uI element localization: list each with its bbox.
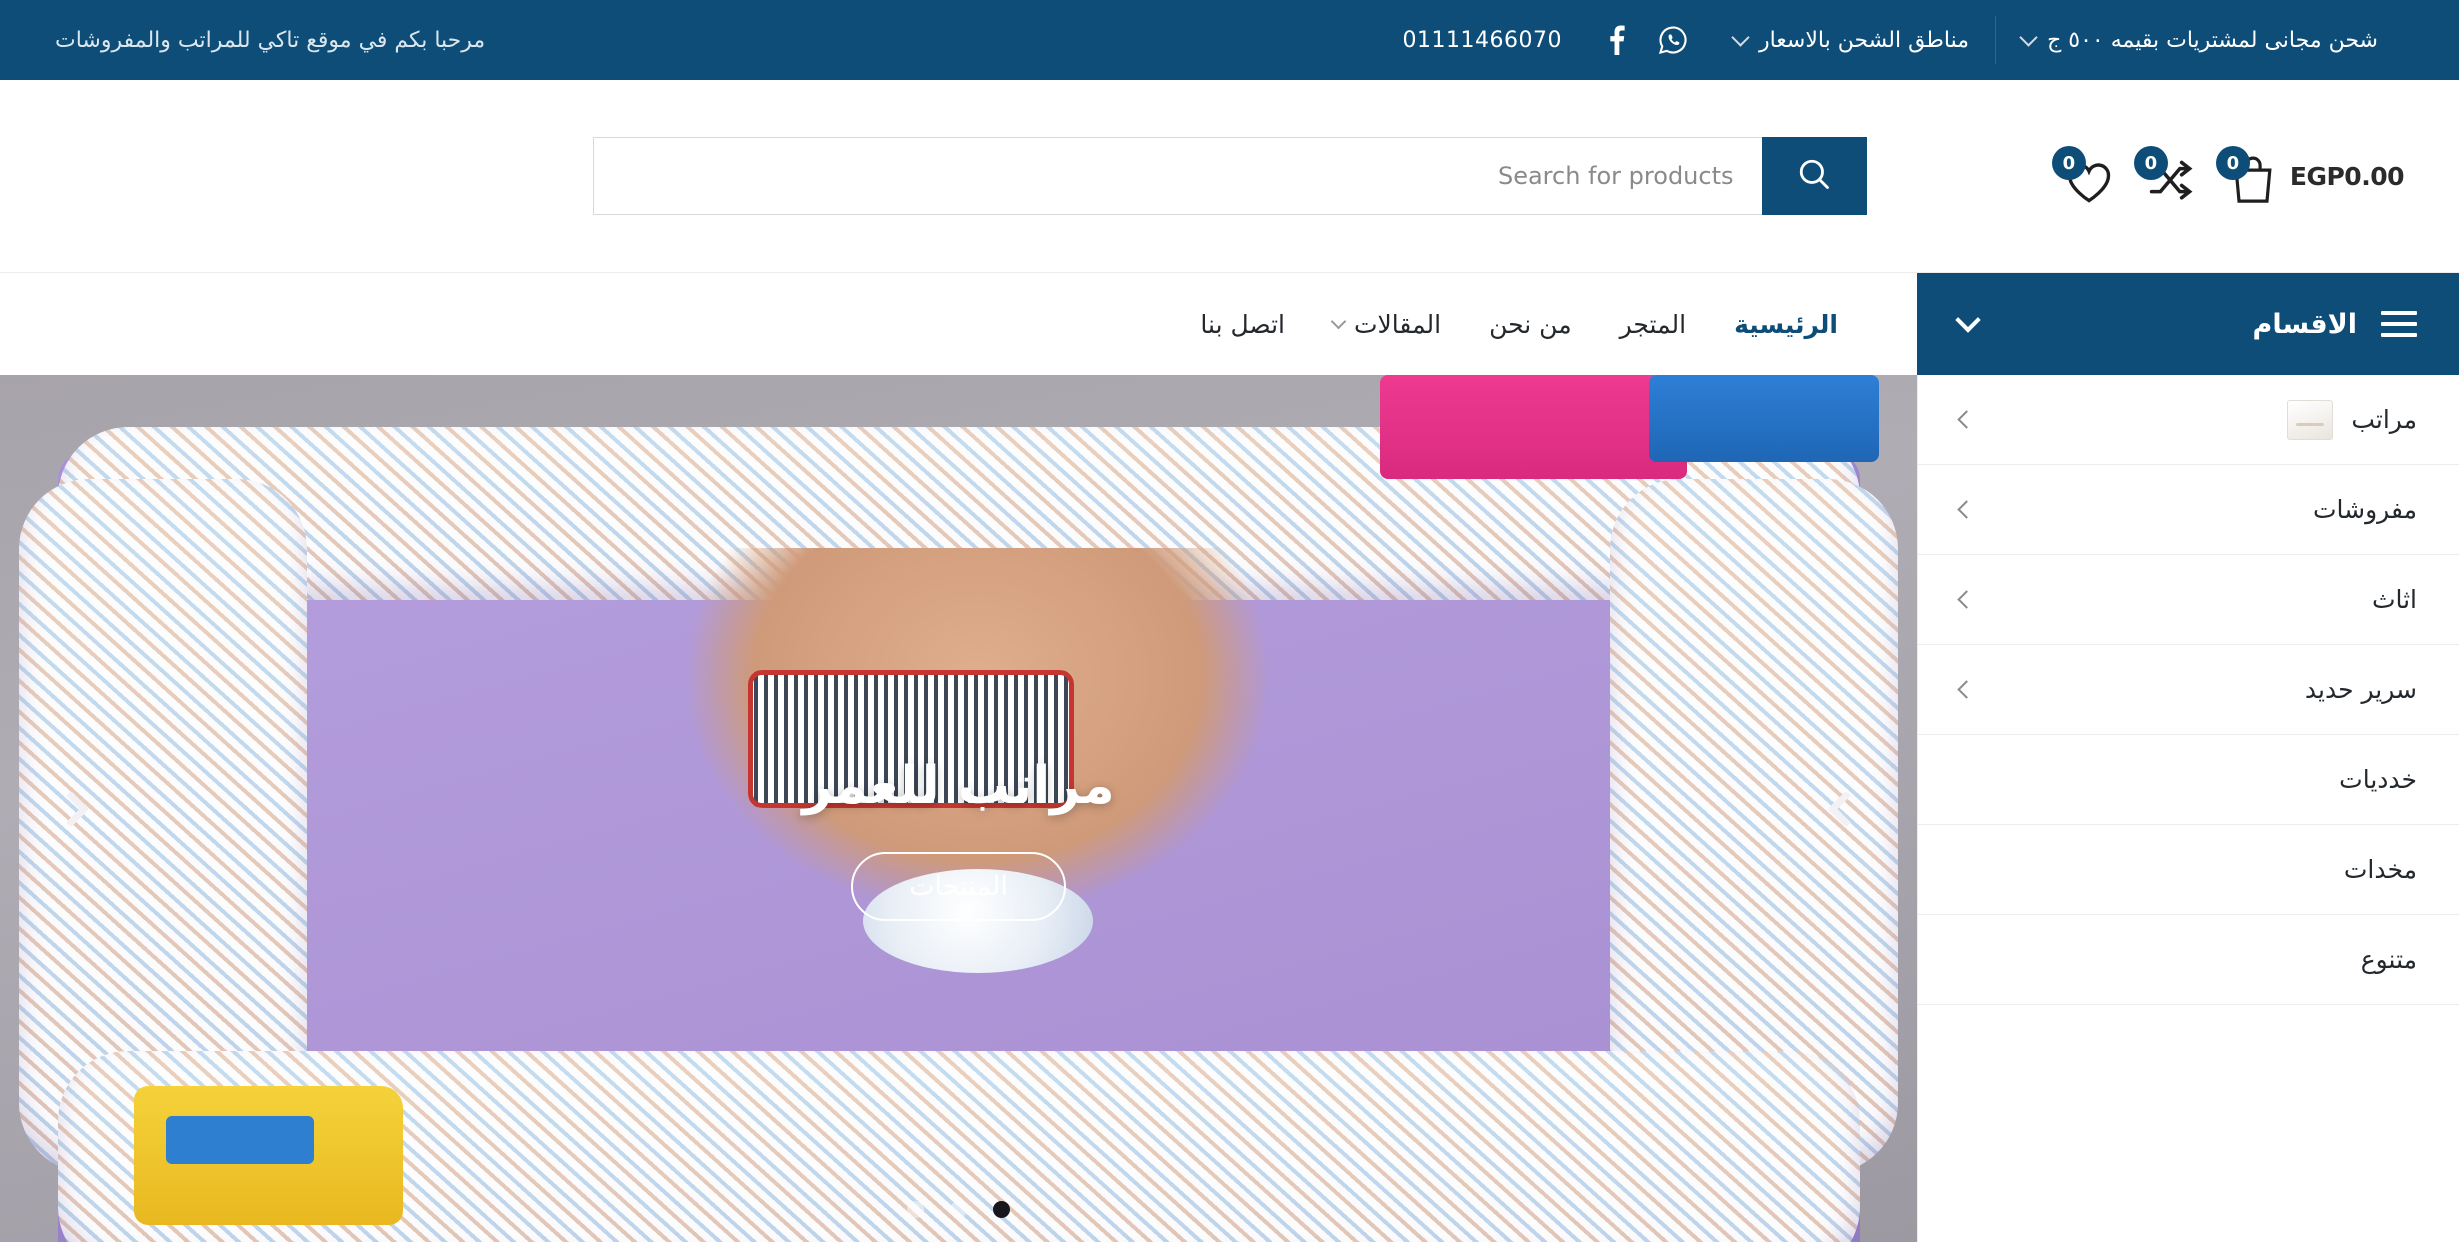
nav-label: الرئيسية [1734,309,1838,339]
search-button[interactable] [1761,137,1867,215]
wishlist-button[interactable]: 0 [2051,146,2116,204]
slider-dots [0,1201,1917,1218]
cart-count-badge: 0 [2215,146,2250,180]
nav-label: المتجر [1619,309,1687,339]
wishlist-count-badge: 0 [2051,146,2086,180]
category-label: اثاث [2371,585,2417,614]
top-bar: شحن مجانى لمشتريات بقيمه ٥٠٠ ج مناطق الش… [0,0,2459,80]
search-input[interactable] [592,137,1762,215]
chevron-left-icon [1957,680,1976,699]
divider [1995,16,1997,64]
chevron-down-icon [1731,28,1750,47]
main-navigation: الرئيسية المتجر من نحن المقالات اتصل بنا [0,273,1917,375]
chevron-left-icon [1957,590,1976,609]
top-bar-left-group: شحن مجانى لمشتريات بقيمه ٥٠٠ ج مناطق الش… [1380,0,2404,80]
nav-item-home[interactable]: الرئيسية [1710,310,1862,339]
slider-next-button[interactable] [40,778,102,840]
chevron-down-icon [2019,28,2038,47]
chevron-left-icon [1827,790,1865,827]
shipping-zones-link[interactable]: مناطق الشحن بالاسعار [1708,0,1995,80]
nav-label: من نحن [1489,309,1572,339]
slider-dot[interactable] [950,1201,967,1218]
slider-dot[interactable] [993,1201,1010,1218]
free-shipping-label: شحن مجانى لمشتريات بقيمه ٥٠٠ ج [2047,27,2378,53]
cart-button[interactable]: 0 [2215,146,2280,204]
header-tools: EGP0.00 0 0 0 [2034,146,2405,204]
category-item-content: مفروشات [2313,495,2417,524]
category-label: سرير حديد [2304,675,2417,704]
top-bar-right-group: مرحبا بكم في موقع تاكي للمراتب والمفروشا… [55,28,485,53]
chevron-down-icon [1955,307,1981,333]
categories-list: مراتب مفروشات اثاث سرير حديد خدديات مخدا… [1917,375,2459,1242]
phone-number: 01111466070 [1402,27,1562,53]
categories-toggle-inner: الاقسام [2253,309,2417,340]
category-label: خدديات [2339,765,2417,794]
hero-title: مراتب للعمر [802,756,1115,817]
chevron-left-icon [1957,500,1976,519]
nav-label: المقالات [1354,309,1442,339]
welcome-message: مرحبا بكم في موقع تاكي للمراتب والمفروشا… [55,27,486,53]
nav-item-shop[interactable]: المتجر [1596,310,1711,339]
category-label: مراتب [2351,405,2417,434]
category-item-content: متنوع [2361,945,2417,974]
nav-label: اتصل بنا [1200,309,1286,339]
hero-products-button[interactable]: المنتجات [851,852,1066,922]
category-label: متنوع [2360,945,2417,974]
category-item-content: خدديات [2339,765,2417,794]
category-item-furniture[interactable]: اثاث [1918,555,2459,645]
categories-title: الاقسام [2252,308,2357,340]
chevron-right-icon [52,790,90,827]
category-label: مفروشات [2312,495,2417,524]
hamburger-icon [2381,311,2417,337]
site-header: EGP0.00 0 0 0 [0,80,2459,272]
main-area: مراتب مفروشات اثاث سرير حديد خدديات مخدا… [0,375,2459,1242]
social-links [1584,25,1708,55]
shipping-zones-label: مناطق الشحن بالاسعار [1758,27,1970,53]
search-icon [1797,157,1831,195]
nav-item-contact[interactable]: اتصل بنا [1176,310,1309,339]
category-item-mattresses[interactable]: مراتب [1918,375,2459,465]
whatsapp-icon[interactable] [1658,25,1688,55]
categories-toggle[interactable]: الاقسام [1917,273,2459,375]
category-item-pillows[interactable]: مخدات [1918,825,2459,915]
category-item-content: اثاث [2372,585,2417,614]
category-item-furnishings[interactable]: مفروشات [1918,465,2459,555]
free-shipping-link[interactable]: شحن مجانى لمشتريات بقيمه ٥٠٠ ج [1996,0,2404,80]
category-item-misc[interactable]: متنوع [1918,915,2459,1005]
nav-item-articles[interactable]: المقالات [1309,310,1465,339]
slider-dot[interactable] [907,1201,924,1218]
compare-count-badge: 0 [2133,146,2168,180]
cart-total: EGP0.00 [2289,161,2405,191]
chevron-down-icon [1330,313,1347,330]
nav-item-about[interactable]: من نحن [1465,310,1596,339]
hero-content: مراتب للعمر المنتجات [0,756,1917,922]
category-item-cushions[interactable]: خدديات [1918,735,2459,825]
chevron-left-icon [1957,410,1976,429]
navigation-row: الاقسام الرئيسية المتجر من نحن المقالات … [0,272,2459,375]
category-item-iron-bed[interactable]: سرير حديد [1918,645,2459,735]
compare-button[interactable]: 0 [2133,146,2198,204]
slider-prev-button[interactable] [1815,778,1877,840]
category-item-content: مراتب [2287,399,2417,440]
category-item-content: مخدات [2344,855,2417,884]
category-label: مخدات [2343,855,2417,884]
category-item-content: سرير حديد [2305,675,2417,704]
hero-slider: مراتب للعمر المنتجات [0,375,1917,1242]
facebook-icon[interactable] [1604,25,1630,55]
phone-link[interactable]: 01111466070 [1380,0,1583,80]
search-bar [592,137,1867,215]
mattress-thumbnail-icon [2287,399,2334,440]
